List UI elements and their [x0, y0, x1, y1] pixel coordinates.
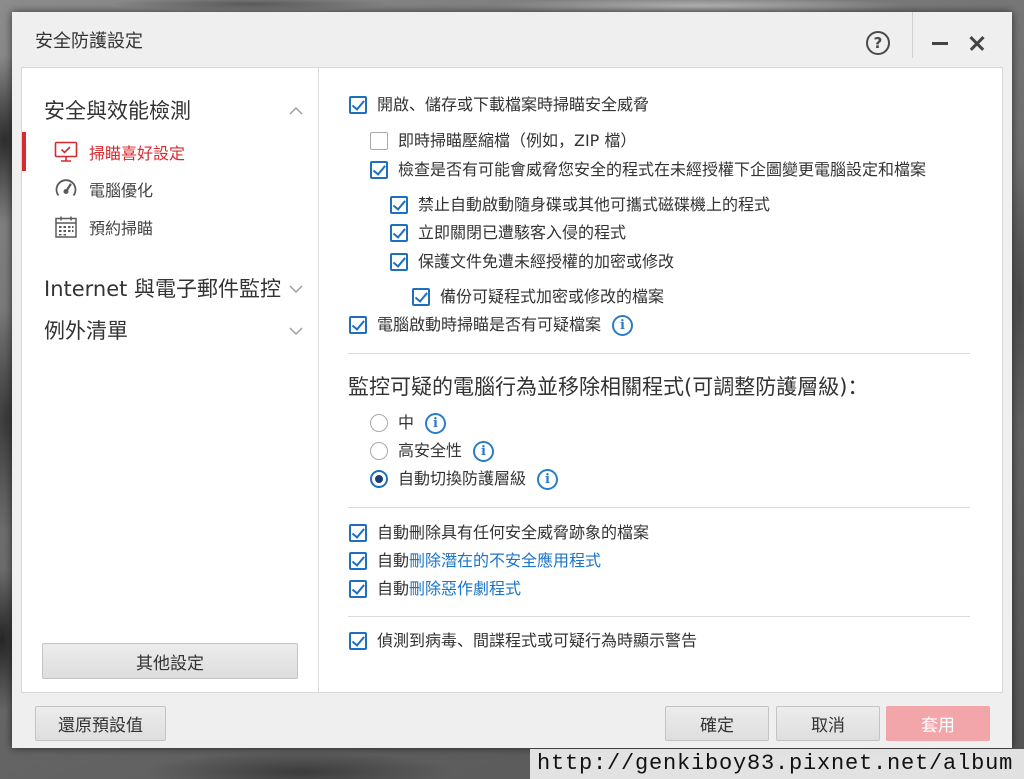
- section-label: 例外清單: [44, 319, 128, 343]
- section-label: Internet 與電子郵件監控: [44, 277, 282, 301]
- block-autorun-label: 禁止自動啟動隨身碟或其他可攜式磁碟機上的程式: [418, 195, 771, 214]
- delete-threat-files-checkbox[interactable]: [349, 524, 367, 542]
- ok-button[interactable]: 確定: [665, 706, 769, 741]
- other-settings-button[interactable]: 其他設定: [42, 643, 298, 679]
- section-exception-list[interactable]: 例外清單: [22, 317, 318, 345]
- level-auto-option[interactable]: 自動切換防護層級: [370, 468, 559, 490]
- level-medium-label: 中: [398, 413, 415, 432]
- info-icon[interactable]: [612, 314, 634, 336]
- chevron-down-icon: [289, 285, 303, 293]
- delete-joke-programs-link[interactable]: 刪除惡作劇程式: [409, 578, 521, 600]
- protect-documents-option[interactable]: 保護文件免遭未經授權的加密或修改: [390, 251, 674, 273]
- section-internet-email[interactable]: Internet 與電子郵件監控: [22, 275, 318, 303]
- sidebar: 安全與效能檢測 掃瞄喜好設定 電腦優化 預約掃瞄 Internet 與電子郵件監…: [22, 68, 319, 692]
- apply-button[interactable]: 套用: [886, 706, 990, 741]
- unauthorized-change-label: 檢查是否有可能會威脅您安全的程式在未經授權下企圖變更電腦設定和檔案: [398, 160, 927, 179]
- nav-item-scheduled-scan[interactable]: 預約掃瞄: [22, 209, 318, 245]
- info-icon[interactable]: [473, 440, 495, 462]
- close-button[interactable]: [962, 26, 992, 60]
- level-medium-option[interactable]: 中: [370, 412, 447, 434]
- close-compromised-label: 立即關閉已遭駭客入侵的程式: [418, 223, 627, 242]
- backup-files-option[interactable]: 備份可疑程式加密或修改的檔案: [412, 286, 664, 308]
- monitor-icon: [54, 141, 78, 162]
- scan-files-checkbox[interactable]: [349, 96, 367, 114]
- minimize-button[interactable]: [925, 26, 955, 60]
- section-divider: [348, 507, 970, 508]
- delete-joke-programs-checkbox[interactable]: [349, 580, 367, 598]
- scan-compressed-checkbox[interactable]: [370, 132, 388, 150]
- delete-pua-option[interactable]: 自動 刪除潛在的不安全應用程式: [349, 550, 601, 572]
- security-settings-dialog: 安全防護設定 安全與效能檢測 掃瞄喜好設定: [12, 12, 1012, 748]
- level-high-option[interactable]: 高安全性: [370, 440, 495, 462]
- block-autorun-checkbox[interactable]: [390, 196, 408, 214]
- section-label: 安全與效能檢測: [44, 99, 191, 123]
- delete-pua-prefix: 自動: [377, 551, 410, 570]
- title-bar-divider: [912, 12, 913, 58]
- nav-item-pc-optimization[interactable]: 電腦優化: [22, 171, 318, 207]
- chevron-down-icon: [289, 327, 303, 335]
- backup-files-label: 備份可疑程式加密或修改的檔案: [440, 287, 665, 306]
- title-bar: 安全防護設定: [12, 12, 1012, 68]
- watermark: http://genkiboy83.pixnet.net/album: [530, 749, 1024, 779]
- protect-documents-label: 保護文件免遭未經授權的加密或修改: [418, 252, 675, 271]
- delete-pua-checkbox[interactable]: [349, 552, 367, 570]
- delete-joke-programs-option[interactable]: 自動 刪除惡作劇程式: [349, 578, 521, 600]
- chevron-up-icon: [289, 107, 303, 115]
- restore-defaults-button[interactable]: 還原預設值: [35, 706, 166, 741]
- level-high-radio[interactable]: [370, 442, 388, 460]
- settings-panel: 開啟、儲存或下載檔案時掃瞄安全威脅 即時掃瞄壓縮檔（例如，ZIP 檔） 檢查是否…: [320, 68, 1002, 692]
- help-icon[interactable]: [866, 31, 890, 55]
- scan-files-option[interactable]: 開啟、儲存或下載檔案時掃瞄安全威脅: [349, 94, 649, 116]
- level-auto-radio[interactable]: [370, 470, 388, 488]
- delete-pua-link[interactable]: 刪除潛在的不安全應用程式: [409, 550, 601, 572]
- cancel-button[interactable]: 取消: [776, 706, 880, 741]
- scan-compressed-label: 即時掃瞄壓縮檔（例如，ZIP 檔）: [398, 131, 637, 150]
- gauge-icon: [55, 179, 77, 197]
- minimize-icon: [932, 42, 948, 45]
- close-icon: [969, 35, 985, 51]
- delete-threat-files-option[interactable]: 自動刪除具有任何安全威脅跡象的檔案: [349, 522, 649, 544]
- level-medium-radio[interactable]: [370, 414, 388, 432]
- nav-item-label: 預約掃瞄: [89, 219, 154, 238]
- delete-threat-files-label: 自動刪除具有任何安全威脅跡象的檔案: [377, 523, 650, 542]
- nav-item-label: 電腦優化: [89, 181, 154, 200]
- close-compromised-checkbox[interactable]: [390, 224, 408, 242]
- section-security-performance[interactable]: 安全與效能檢測: [22, 97, 318, 125]
- level-auto-label: 自動切換防護層級: [398, 469, 527, 488]
- protect-documents-checkbox[interactable]: [390, 253, 408, 271]
- nav-item-label: 掃瞄喜好設定: [89, 144, 186, 163]
- window-title: 安全防護設定: [35, 31, 143, 52]
- dialog-content: 安全與效能檢測 掃瞄喜好設定 電腦優化 預約掃瞄 Internet 與電子郵件監…: [22, 68, 1002, 692]
- section-divider: [348, 353, 970, 354]
- info-icon[interactable]: [537, 468, 559, 490]
- unauthorized-change-option[interactable]: 檢查是否有可能會威脅您安全的程式在未經授權下企圖變更電腦設定和檔案: [370, 159, 926, 181]
- startup-scan-label: 電腦啟動時掃瞄是否有可疑檔案: [377, 315, 602, 334]
- startup-scan-option[interactable]: 電腦啟動時掃瞄是否有可疑檔案: [349, 314, 634, 336]
- delete-joke-programs-prefix: 自動: [377, 579, 410, 598]
- info-icon[interactable]: [425, 412, 447, 434]
- scan-files-label: 開啟、儲存或下載檔案時掃瞄安全威脅: [377, 95, 650, 114]
- unauthorized-change-checkbox[interactable]: [370, 161, 388, 179]
- show-warning-option[interactable]: 偵測到病毒、間諜程式或可疑行為時顯示警告: [349, 630, 697, 652]
- calendar-icon: [55, 216, 77, 238]
- startup-scan-checkbox[interactable]: [349, 316, 367, 334]
- close-compromised-option[interactable]: 立即關閉已遭駭客入侵的程式: [390, 222, 626, 244]
- level-high-label: 高安全性: [398, 441, 463, 460]
- behavior-monitoring-heading: 監控可疑的電腦行為並移除相關程式(可調整防護層級)：: [348, 375, 869, 399]
- backup-files-checkbox[interactable]: [412, 288, 430, 306]
- show-warning-label: 偵測到病毒、間諜程式或可疑行為時顯示警告: [377, 631, 698, 650]
- nav-item-scan-preferences[interactable]: 掃瞄喜好設定: [22, 132, 318, 171]
- section-divider: [348, 616, 970, 617]
- show-warning-checkbox[interactable]: [349, 632, 367, 650]
- scan-compressed-option[interactable]: 即時掃瞄壓縮檔（例如，ZIP 檔）: [370, 130, 636, 152]
- block-autorun-option[interactable]: 禁止自動啟動隨身碟或其他可攜式磁碟機上的程式: [390, 194, 770, 216]
